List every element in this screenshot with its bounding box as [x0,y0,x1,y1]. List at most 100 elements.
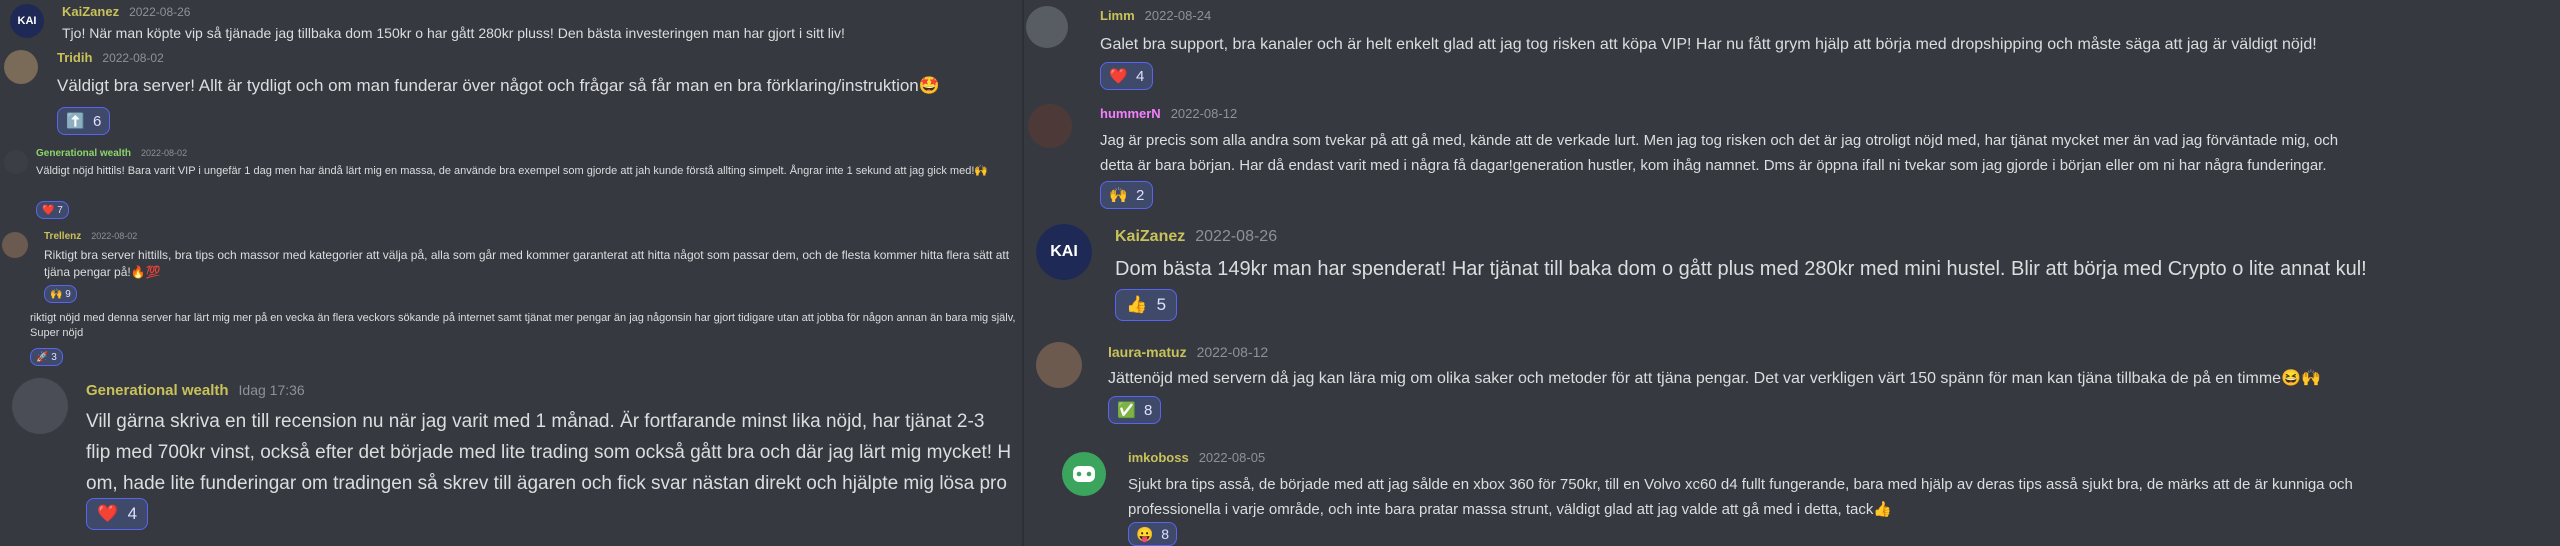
avatar[interactable] [1028,104,1072,148]
avatar[interactable]: KAI [1036,224,1092,280]
reaction-thumbs-up[interactable]: 👍 5 [1115,289,1178,321]
message-body: Riktigt bra server hittills, bra tips oc… [44,248,1010,279]
message-text: Jag är precis som alla andra som tvekar … [1100,128,2550,178]
author-name[interactable]: Trellenz [44,231,81,242]
author-name[interactable]: Limm [1100,8,1135,23]
fire-emoji: 🔥💯 [130,264,161,279]
message-line: Jag är precis som alla andra som tvekar … [1100,132,2339,149]
heart-icon: ❤️ [42,204,55,216]
reaction-heart[interactable]: ❤️ 4 [86,498,149,530]
reaction-check[interactable]: ✅ 8 [1108,396,1162,424]
timestamp: 2022-08-02 [102,51,164,65]
author-name[interactable]: KaiZanez [62,4,119,19]
reaction-count: 8 [1161,526,1170,542]
avatar[interactable] [1026,6,1068,48]
message-text: Väldigt bra server! Allt är tydligt och … [57,74,1017,97]
avatar[interactable]: KAI [10,4,44,38]
raised-hands-icon: 🙌 [50,288,63,300]
check-mark-icon: ✅ [1117,402,1136,419]
message-header: hummerN 2022-08-12 [1100,106,1237,121]
message-line: Sjukt bra tips asså, de började med att … [1128,476,2353,493]
message-text: Dom bästa 149kr man har spenderat! Har t… [1115,258,2367,280]
message-line: professionella i varje område, och inte … [1128,497,2553,522]
avatar-initials: KAI [1050,243,1078,260]
message-text: Väldigt nöjd hittils! Bara varit VIP i u… [36,164,1016,179]
avatar-initials: KAI [17,15,37,27]
message-line: detta är bara början. Har då endast vari… [1100,157,2327,174]
message-header: laura-matuz 2022-08-12 [1108,344,1268,360]
avatar[interactable] [4,50,38,84]
heart-icon: ❤️ [97,504,119,523]
raised-hands-emoji: 🙌 [974,165,989,177]
author-name[interactable]: imkoboss [1128,450,1189,465]
timestamp: Idag 17:36 [238,382,305,398]
author-name[interactable]: KaiZanez [1115,228,1185,245]
avatar[interactable] [2,232,28,258]
avatar[interactable] [4,150,28,174]
message-text: Sjukt bra tips asså, de började med att … [1128,472,2553,522]
discord-logo-icon [1073,466,1095,482]
reaction-raised-hands[interactable]: 🙌 9 [44,285,77,303]
message-header: Limm 2022-08-24 [1100,8,1211,23]
timestamp: 2022-08-05 [1198,450,1266,465]
reaction-count: 4 [1136,67,1145,85]
avatar[interactable] [1036,342,1082,388]
message-text: Riktigt bra server hittills, bra tips oc… [44,247,1014,280]
message-body: Väldigt nöjd hittils! Bara varit VIP i u… [36,165,975,177]
message-header: KaiZanez 2022-08-26 [1115,228,1277,246]
panel-divider [1022,0,1024,546]
reaction-count: 6 [93,112,102,130]
message-body: professionella i varje område, och inte … [1128,501,1874,518]
message-header: Generational wealth Idag 17:36 [86,382,305,399]
reaction-heart[interactable]: ❤️ 7 [36,201,69,219]
reaction-count: 2 [1136,186,1145,204]
message-body: Väldigt bra server! Allt är tydligt och … [57,76,919,95]
author-name[interactable]: Generational wealth [36,148,131,159]
message-header: KaiZanez 2022-08-26 [62,4,190,19]
message-header: Generational wealth 2022-08-02 [36,148,187,159]
reaction-rocket[interactable]: 🚀 3 [30,348,63,366]
message-header: Tridih 2022-08-02 [57,50,164,65]
message-text: Vill gärna skriva en till recension nu n… [86,406,1020,499]
avatar[interactable] [12,378,68,434]
avatar[interactable] [1062,452,1106,496]
star-struck-emoji: 🤩 [918,76,940,95]
thumbs-up-icon: 👍 [1126,295,1148,314]
rocket-icon: 🚀 [36,351,49,363]
message-line: flip med 700kr vinst, också efter det bö… [86,442,1012,463]
message-text: Tjo! När man köpte vip så tjänade jag ti… [62,25,845,41]
reaction-count: 4 [127,504,138,523]
message-text: Galet bra support, bra kanaler och är he… [1100,36,2317,53]
reaction-count: 5 [1156,295,1167,314]
reaction-raised-hands[interactable]: 🙌 2 [1100,181,1154,209]
thumbs-up-emoji: 👍 [1873,501,1893,518]
raised-hands-icon: 🙌 [1109,187,1128,204]
timestamp: 2022-08-26 [129,5,191,19]
laughing-emoji: 😆🙌 [2281,370,2321,387]
message-body: Jättenöjd med servern då jag kan lära mi… [1108,370,2282,387]
author-name[interactable]: Generational wealth [86,382,229,399]
message-header: imkoboss 2022-08-05 [1128,450,1265,465]
reaction-heart[interactable]: ❤️ 4 [1100,62,1154,90]
timestamp: 2022-08-24 [1144,8,1212,23]
timestamp: 2022-08-02 [141,148,188,158]
message-text: Jättenöjd med servern då jag kan lära mi… [1108,368,2553,390]
heart-icon: ❤️ [1109,68,1128,85]
timestamp: 2022-08-12 [1196,344,1269,360]
message-header: Trellenz 2022-08-02 [44,231,137,242]
timestamp: 2022-08-12 [1170,106,1238,121]
message-line: Vill gärna skriva en till recension nu n… [86,411,985,432]
author-name[interactable]: Tridih [57,50,92,65]
author-name[interactable]: laura-matuz [1108,344,1187,360]
reaction-count: 9 [65,288,71,300]
reaction-tongue[interactable]: 😛 8 [1128,522,1178,546]
author-name[interactable]: hummerN [1100,106,1161,121]
reaction-count: 8 [1144,401,1153,419]
reaction-upvote[interactable]: ⬆️ 6 [57,107,111,135]
reaction-count: 7 [57,204,63,216]
timestamp: 2022-08-02 [91,231,138,241]
message-text: riktigt nöjd med denna server har lärt m… [30,312,1016,340]
message-line: om, hade lite funderingar om tradingen s… [86,473,1007,494]
timestamp: 2022-08-26 [1195,228,1278,245]
tongue-face-icon: 😛 [1136,525,1154,542]
